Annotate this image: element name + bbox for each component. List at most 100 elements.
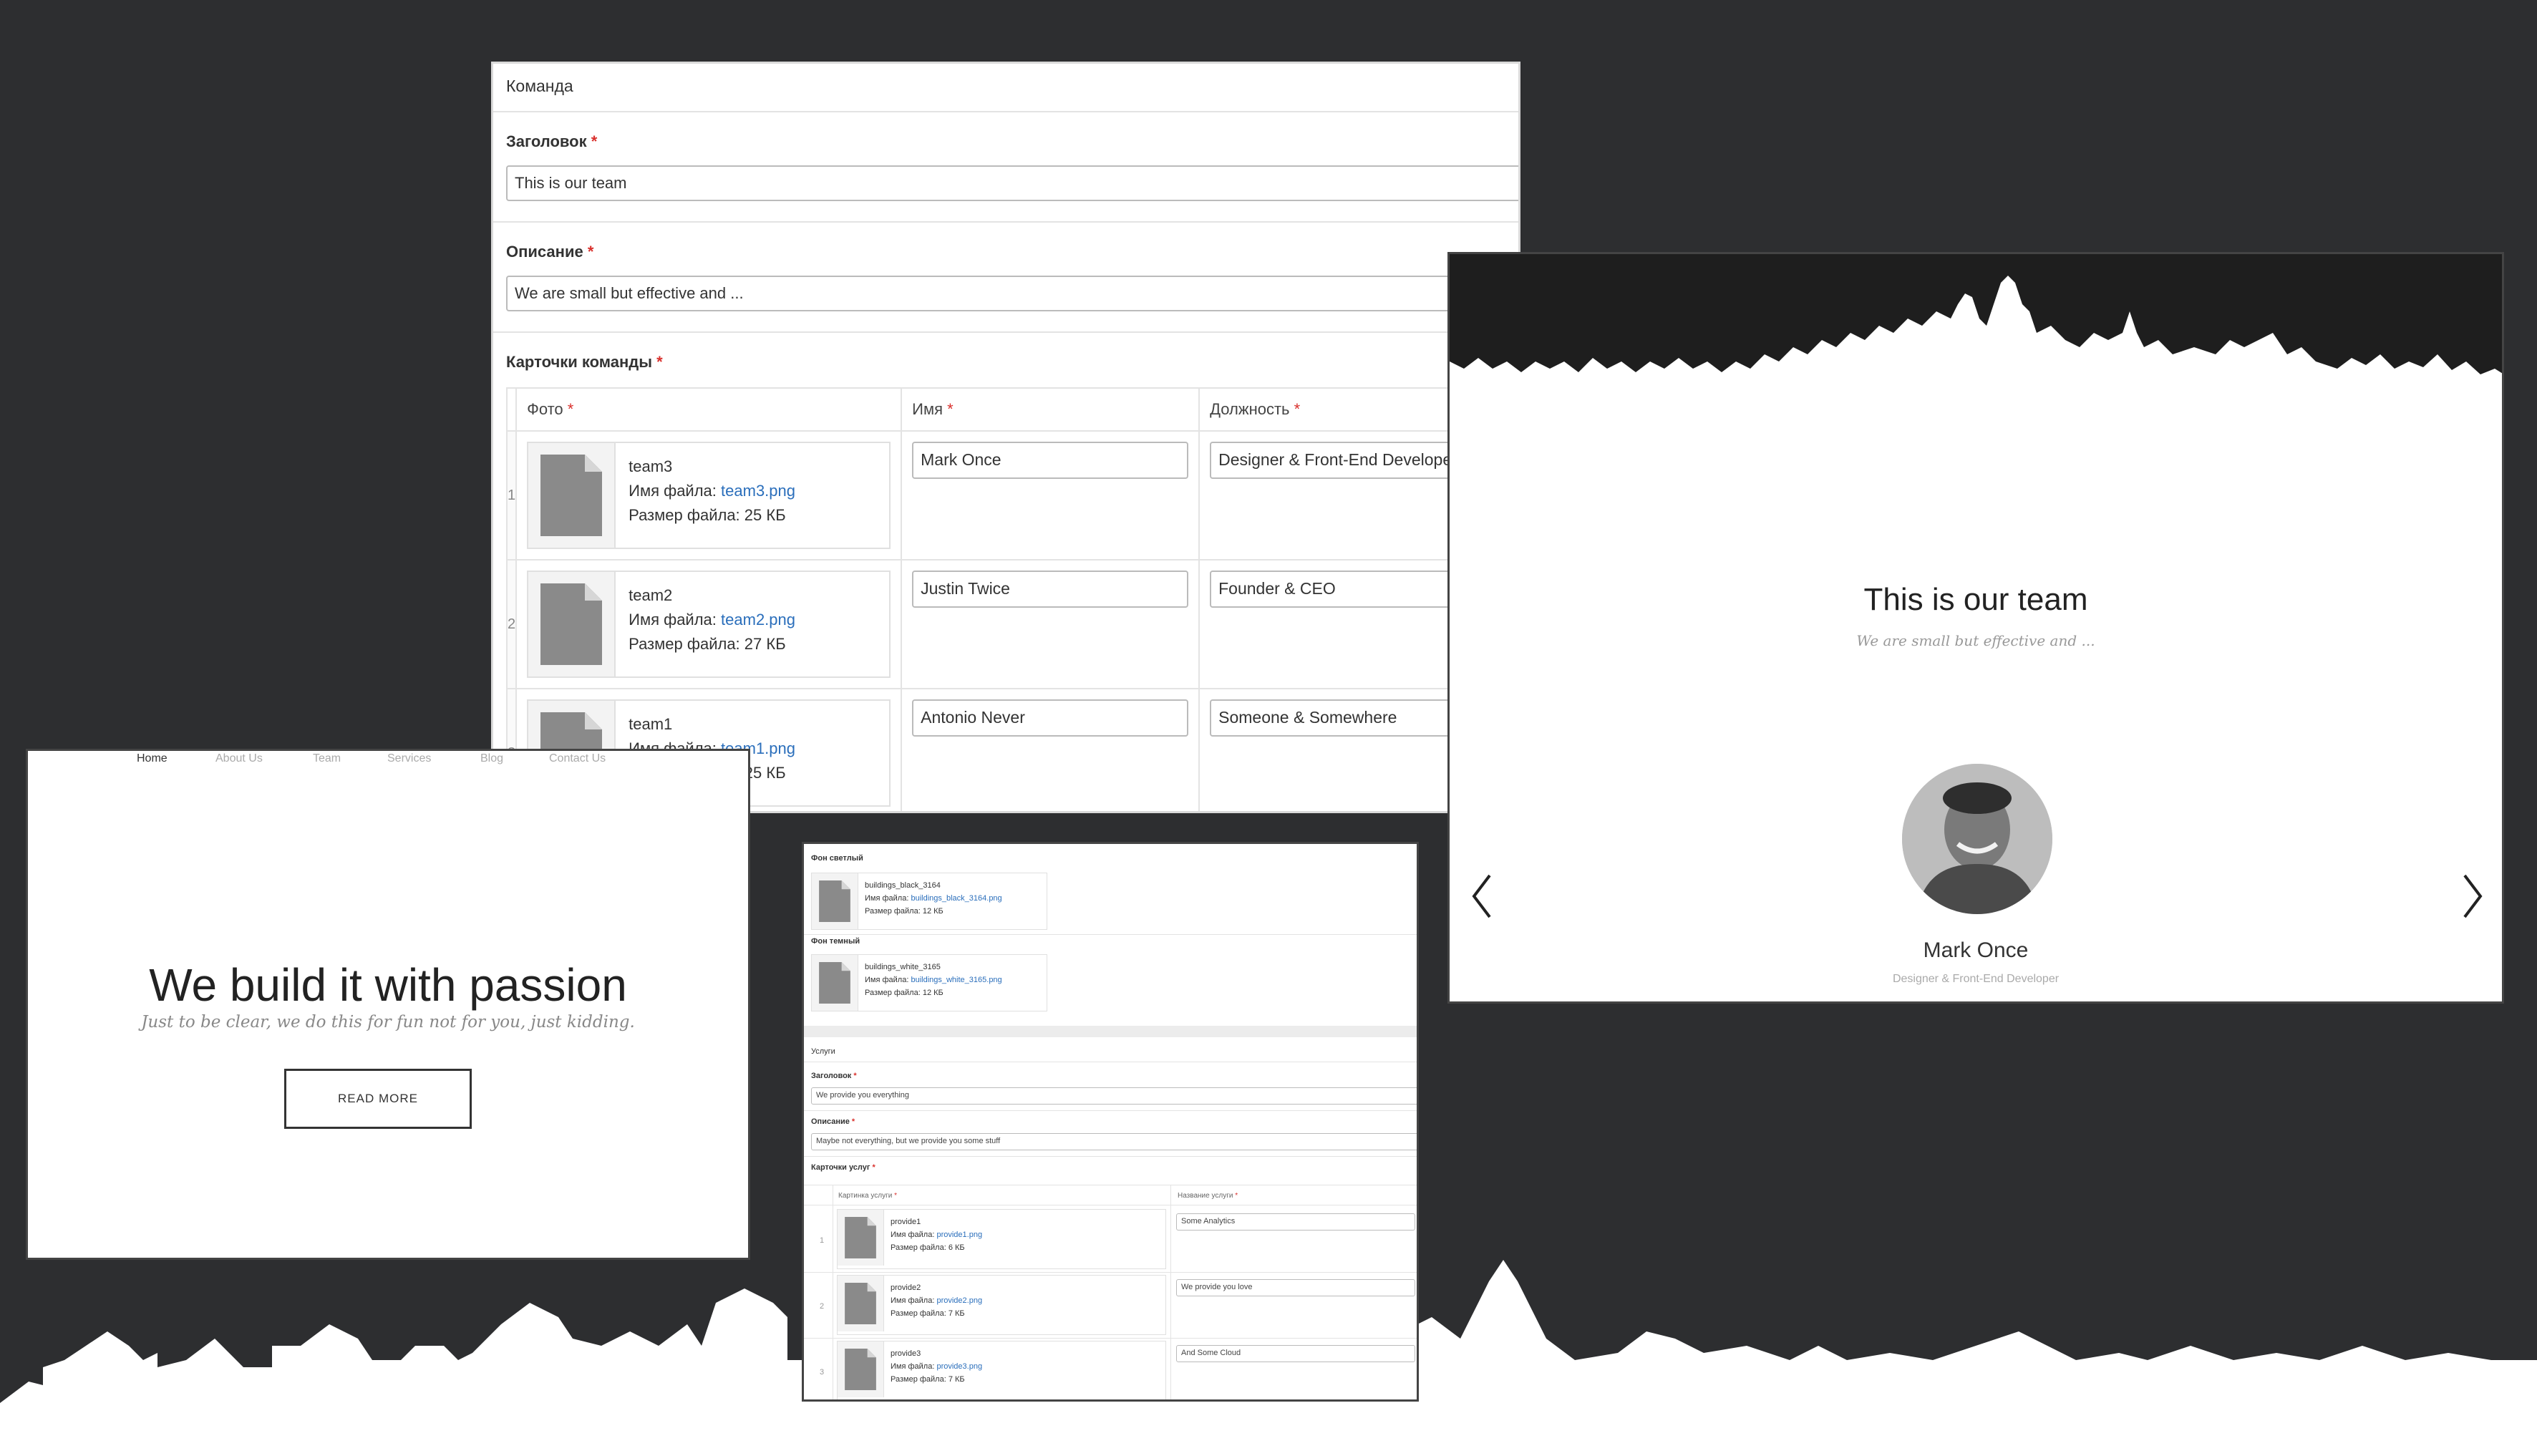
- file-name-label: Имя файла:: [629, 482, 717, 500]
- team-title: This is our team: [1863, 582, 2088, 617]
- file-name-link[interactable]: provide3.png: [936, 1362, 982, 1371]
- file-size-label: Размер файла:: [891, 1243, 946, 1252]
- file-name-link[interactable]: buildings_black_3164.png: [911, 894, 1001, 903]
- description-input[interactable]: We are small but effective and ...: [506, 276, 1518, 311]
- file-icon: [838, 1276, 884, 1331]
- name-input[interactable]: Justin Twice: [912, 571, 1189, 608]
- service-image-column-header: Картинка услуги *: [838, 1192, 897, 1200]
- divider: [804, 1156, 1417, 1157]
- photo-cell: team2 Имя файла: team2.png Размер файла:…: [515, 559, 903, 689]
- divider: [804, 1272, 1417, 1273]
- file-size-label: Размер файла:: [865, 989, 921, 997]
- file-name-label: Имя файла:: [865, 976, 909, 984]
- file-name-label: Имя файла:: [629, 611, 717, 628]
- chevron-right-icon[interactable]: [2458, 871, 2486, 921]
- services-heading-input[interactable]: We provide you everything: [811, 1087, 1417, 1105]
- file-size-label: Размер файла:: [891, 1375, 946, 1384]
- service-cards-label: Карточки услуг *: [811, 1163, 875, 1172]
- section-title: Команда: [506, 77, 573, 95]
- file-size: 12 КБ: [922, 907, 944, 916]
- divider: [493, 331, 1518, 333]
- file-size-label: Размер файла:: [891, 1309, 946, 1318]
- nav-item-contact[interactable]: Contact Us: [549, 752, 606, 765]
- file-card[interactable]: buildings_black_3164 Имя файла: building…: [811, 873, 1047, 930]
- file-title: team3: [629, 457, 673, 475]
- file-card[interactable]: provide1 Имя файла: provide1.png Размер …: [837, 1209, 1166, 1269]
- file-title: provide1: [891, 1218, 921, 1226]
- row-number: 1: [820, 1236, 825, 1245]
- member-role: Designer & Front-End Developer: [1892, 973, 2060, 985]
- nav-item-blog[interactable]: Blog: [480, 752, 503, 765]
- admin-services-form: Фон светлый buildings_black_3164 Имя фай…: [802, 842, 1419, 1402]
- name-cell: Justin Twice: [901, 559, 1200, 689]
- photo-column-header: Фото *: [515, 387, 903, 432]
- file-card[interactable]: buildings_white_3165 Имя файла: building…: [811, 954, 1047, 1011]
- file-name-link[interactable]: provide2.png: [936, 1296, 982, 1305]
- nav-item-home[interactable]: Home: [137, 752, 168, 765]
- file-size: 7 КБ: [948, 1375, 965, 1384]
- file-name-link[interactable]: provide1.png: [936, 1231, 982, 1239]
- chevron-left-icon[interactable]: [1468, 871, 1497, 921]
- file-card[interactable]: team3 Имя файла: team3.png Размер файла:…: [527, 442, 891, 549]
- services-description-input[interactable]: Maybe not everything, but we provide you…: [811, 1133, 1417, 1150]
- file-icon: [528, 443, 616, 548]
- file-card[interactable]: provide3 Имя файла: provide3.png Размер …: [837, 1341, 1166, 1399]
- file-icon: [528, 572, 616, 676]
- name-input[interactable]: Antonio Never: [912, 699, 1189, 737]
- file-size-label: Размер файла:: [865, 907, 921, 916]
- heading-input[interactable]: This is our team: [506, 165, 1518, 201]
- file-name-link[interactable]: team2.png: [721, 611, 795, 628]
- admin-team-form: Команда Заголовок * This is our team Опи…: [491, 62, 1520, 813]
- nav-item-services[interactable]: Services: [387, 752, 431, 765]
- file-name-label: Имя файла:: [865, 894, 909, 903]
- service-name-input[interactable]: We provide you love: [1176, 1279, 1415, 1296]
- team-slider-preview: This is our team We are small but effect…: [1447, 252, 2504, 1004]
- services-heading-label: Заголовок *: [811, 1072, 857, 1080]
- name-cell: Mark Once: [901, 430, 1200, 560]
- avatar: [1902, 764, 2052, 914]
- name-column-header: Имя *: [901, 387, 1200, 432]
- hero-headline: We build it with passion: [149, 959, 627, 1011]
- section-break: [804, 1026, 1417, 1037]
- file-title: buildings_white_3165: [865, 963, 941, 971]
- divider: [493, 221, 1518, 223]
- file-size: 27 КБ: [744, 635, 786, 653]
- services-description-label: Описание *: [811, 1117, 855, 1126]
- table-row: 2 team2 Имя файла: team2.png Размер файл…: [505, 559, 1518, 689]
- file-size: 25 КБ: [744, 764, 786, 782]
- file-name-link[interactable]: team3.png: [721, 482, 795, 500]
- file-icon: [838, 1210, 884, 1266]
- file-size: 7 КБ: [948, 1309, 965, 1318]
- file-card[interactable]: provide2 Имя файла: provide2.png Размер …: [837, 1275, 1166, 1335]
- row-number: 2: [505, 559, 518, 689]
- file-size: 12 КБ: [922, 989, 944, 997]
- name-input[interactable]: Mark Once: [912, 442, 1189, 479]
- nav-item-team[interactable]: Team: [313, 752, 341, 765]
- file-title: provide3: [891, 1349, 921, 1358]
- member-name: Mark Once: [1923, 938, 2029, 962]
- file-icon: [812, 955, 858, 1011]
- file-name-label: Имя файла:: [891, 1296, 935, 1305]
- file-name-link[interactable]: buildings_white_3165.png: [911, 976, 1001, 984]
- file-size: 6 КБ: [948, 1243, 965, 1252]
- service-name-input[interactable]: Some Analytics: [1176, 1213, 1415, 1231]
- file-title: team2: [629, 586, 673, 604]
- file-title: provide2: [891, 1283, 921, 1292]
- heading-label: Заголовок *: [506, 132, 598, 150]
- nav-item-about[interactable]: About Us: [215, 752, 263, 765]
- row-number: 3: [820, 1368, 825, 1377]
- read-more-button[interactable]: READ MORE: [284, 1069, 472, 1129]
- divider: [804, 1110, 1417, 1111]
- file-size-label: Размер файла:: [629, 635, 740, 653]
- services-section-title: Услуги: [811, 1047, 835, 1056]
- divider: [804, 934, 1417, 935]
- hero-subline: Just to be clear, we do this for fun not…: [141, 1013, 635, 1032]
- service-name-input[interactable]: And Some Cloud: [1176, 1345, 1415, 1362]
- photo-cell: team3 Имя файла: team3.png Размер файла:…: [515, 430, 903, 560]
- row-number-header: [505, 387, 518, 432]
- name-cell: Antonio Never: [901, 688, 1200, 811]
- file-name-label: Имя файла:: [891, 1231, 935, 1239]
- file-card[interactable]: team2 Имя файла: team2.png Размер файла:…: [527, 571, 891, 678]
- team-description: We are small but effective and ...: [1856, 632, 2095, 649]
- row-number: 2: [820, 1302, 825, 1311]
